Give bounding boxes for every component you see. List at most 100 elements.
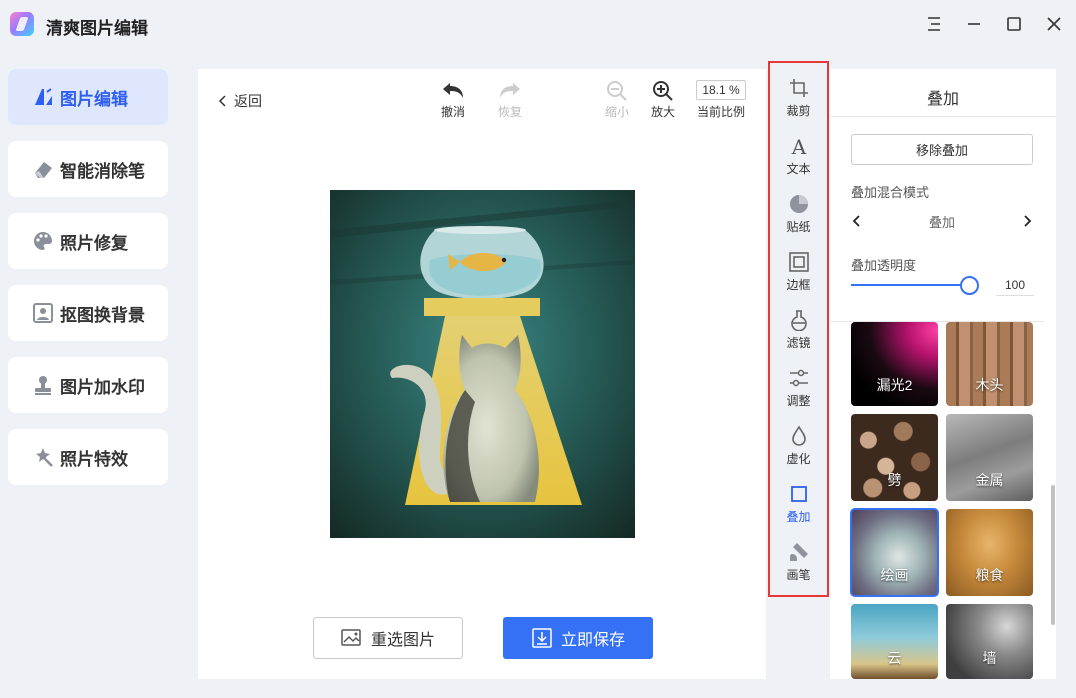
canvas-area: 返回 撤消 恢复 缩小 放大 18.1 % 当前比例 重选图片 立即保存: [198, 69, 766, 679]
blend-mode-value: 叠加: [928, 214, 955, 230]
overlay-label: 金属: [975, 472, 1004, 488]
redo-icon: [498, 79, 522, 103]
sidebar-item-eraser[interactable]: 智能消除笔: [8, 141, 168, 197]
image-edit-icon: [32, 86, 54, 108]
frame-icon: [788, 250, 810, 274]
maximize-icon[interactable]: [1002, 12, 1026, 36]
reselect-image-button[interactable]: 重选图片: [313, 617, 463, 659]
sidebar-item-label: 图片加水印: [60, 377, 145, 397]
undo-button[interactable]: 撤消: [441, 79, 465, 120]
sidebar-item-photo-repair[interactable]: 照片修复: [8, 213, 168, 269]
stamp-icon: [32, 374, 54, 396]
divider: [830, 116, 1056, 117]
close-icon[interactable]: [1042, 12, 1066, 36]
brush-icon: [788, 540, 810, 564]
sidebar-item-watermark[interactable]: 图片加水印: [8, 357, 168, 413]
crop-icon: [788, 76, 810, 100]
sidebar-item-label: 照片修复: [60, 233, 128, 253]
undo-icon: [441, 79, 465, 103]
redo-button[interactable]: 恢复: [498, 79, 522, 120]
filter-icon: [788, 308, 810, 332]
menu-icon[interactable]: [922, 12, 946, 36]
sidebar-item-label: 照片特效: [60, 449, 128, 469]
portrait-icon: [32, 302, 54, 324]
overlay-tile[interactable]: 云: [851, 604, 938, 679]
scrollbar[interactable]: [1051, 485, 1055, 625]
app-title: 清爽图片编辑: [46, 19, 148, 38]
ratio-label: 当前比例: [696, 105, 745, 119]
sidebar-item-label: 图片编辑: [60, 89, 128, 109]
download-icon: [532, 628, 552, 648]
tool-filter[interactable]: 滤镜: [770, 308, 827, 351]
save-button[interactable]: 立即保存: [503, 617, 653, 659]
app-logo: [10, 12, 34, 36]
text-icon: A: [788, 134, 810, 158]
adjust-icon: [788, 366, 810, 390]
overlay-tile[interactable]: 漏光2: [851, 322, 938, 406]
zoom-ratio: 18.1 % 当前比例: [696, 79, 746, 120]
sidebar: 图片编辑 智能消除笔 照片修复 抠图换背景 图片加水印 照片特效: [8, 69, 168, 501]
tool-adjust[interactable]: 调整: [770, 366, 827, 409]
chevron-right-icon[interactable]: [1021, 214, 1033, 228]
minimize-icon[interactable]: [962, 12, 986, 36]
overlay-label: 墙: [982, 650, 997, 666]
zoom-in-icon: [652, 79, 674, 103]
tool-blur[interactable]: 虚化: [770, 424, 827, 467]
overlay-tile[interactable]: 金属: [946, 414, 1033, 501]
overlay-tile[interactable]: 劈: [851, 414, 938, 501]
tool-crop[interactable]: 裁剪: [770, 76, 827, 119]
blur-icon: [788, 424, 810, 448]
remove-overlay-button[interactable]: 移除叠加: [851, 134, 1033, 165]
overlay-label: 粮食: [975, 567, 1004, 583]
tool-brush[interactable]: 画笔: [770, 540, 827, 583]
overlay-label: 绘画: [880, 567, 909, 583]
back-label: 返回: [234, 93, 262, 109]
overlay-label: 漏光2: [876, 377, 913, 393]
tool-label: 虚化: [786, 452, 811, 466]
save-label: 立即保存: [560, 632, 625, 649]
tool-label: 贴纸: [786, 220, 811, 234]
sidebar-item-effects[interactable]: 照片特效: [8, 429, 168, 485]
overlay-label: 云: [887, 650, 902, 666]
reselect-label: 重选图片: [370, 632, 435, 649]
title-bar: 清爽图片编辑: [0, 0, 1076, 48]
overlay-panel: 叠加 移除叠加 叠加混合模式 叠加 叠加透明度 100 漏光2 木头 劈 金属 …: [830, 69, 1056, 679]
opacity-label: 叠加透明度: [851, 258, 917, 273]
panel-title: 叠加: [926, 91, 959, 108]
back-button[interactable]: 返回: [216, 91, 262, 111]
eraser-icon: [32, 158, 54, 180]
zoom-out-icon: [606, 79, 628, 103]
zoom-in-button[interactable]: 放大: [651, 79, 675, 120]
zoom-out-button[interactable]: 缩小: [605, 79, 629, 120]
zoom-out-label: 缩小: [605, 105, 630, 119]
blend-mode-label: 叠加混合模式: [851, 185, 930, 200]
tool-label: 裁剪: [786, 104, 811, 118]
tool-label: 文本: [786, 162, 811, 176]
svg-text:A: A: [790, 135, 806, 157]
tool-frame[interactable]: 边框: [770, 250, 827, 293]
chevron-left-icon[interactable]: [851, 214, 863, 228]
overlay-tile[interactable]: 绘画: [850, 508, 939, 597]
edited-image[interactable]: [330, 190, 635, 538]
sidebar-item-label: 抠图换背景: [60, 305, 145, 325]
undo-label: 撤消: [441, 105, 466, 119]
zoom-in-label: 放大: [651, 105, 676, 119]
image-icon: [341, 629, 361, 646]
tool-label: 画笔: [786, 568, 811, 582]
sidebar-item-cutout[interactable]: 抠图换背景: [8, 285, 168, 341]
overlay-tile[interactable]: 木头: [946, 322, 1033, 406]
overlay-tile[interactable]: 粮食: [946, 509, 1033, 596]
opacity-value[interactable]: 100: [996, 274, 1034, 296]
sidebar-item-image-edit[interactable]: 图片编辑: [8, 69, 168, 125]
tool-overlay[interactable]: 叠加: [770, 482, 827, 525]
overlay-tile[interactable]: 墙: [946, 604, 1033, 679]
opacity-slider-thumb[interactable]: [960, 276, 979, 295]
opacity-slider-track[interactable]: [851, 284, 969, 286]
chevron-left-icon: [218, 95, 226, 107]
zoom-value-box[interactable]: 18.1 %: [696, 80, 746, 100]
sidebar-item-label: 智能消除笔: [60, 161, 145, 181]
redo-label: 恢复: [498, 105, 523, 119]
tool-label: 滤镜: [786, 336, 811, 350]
tool-sticker[interactable]: 贴纸: [770, 192, 827, 235]
tool-text[interactable]: A 文本: [770, 134, 827, 177]
